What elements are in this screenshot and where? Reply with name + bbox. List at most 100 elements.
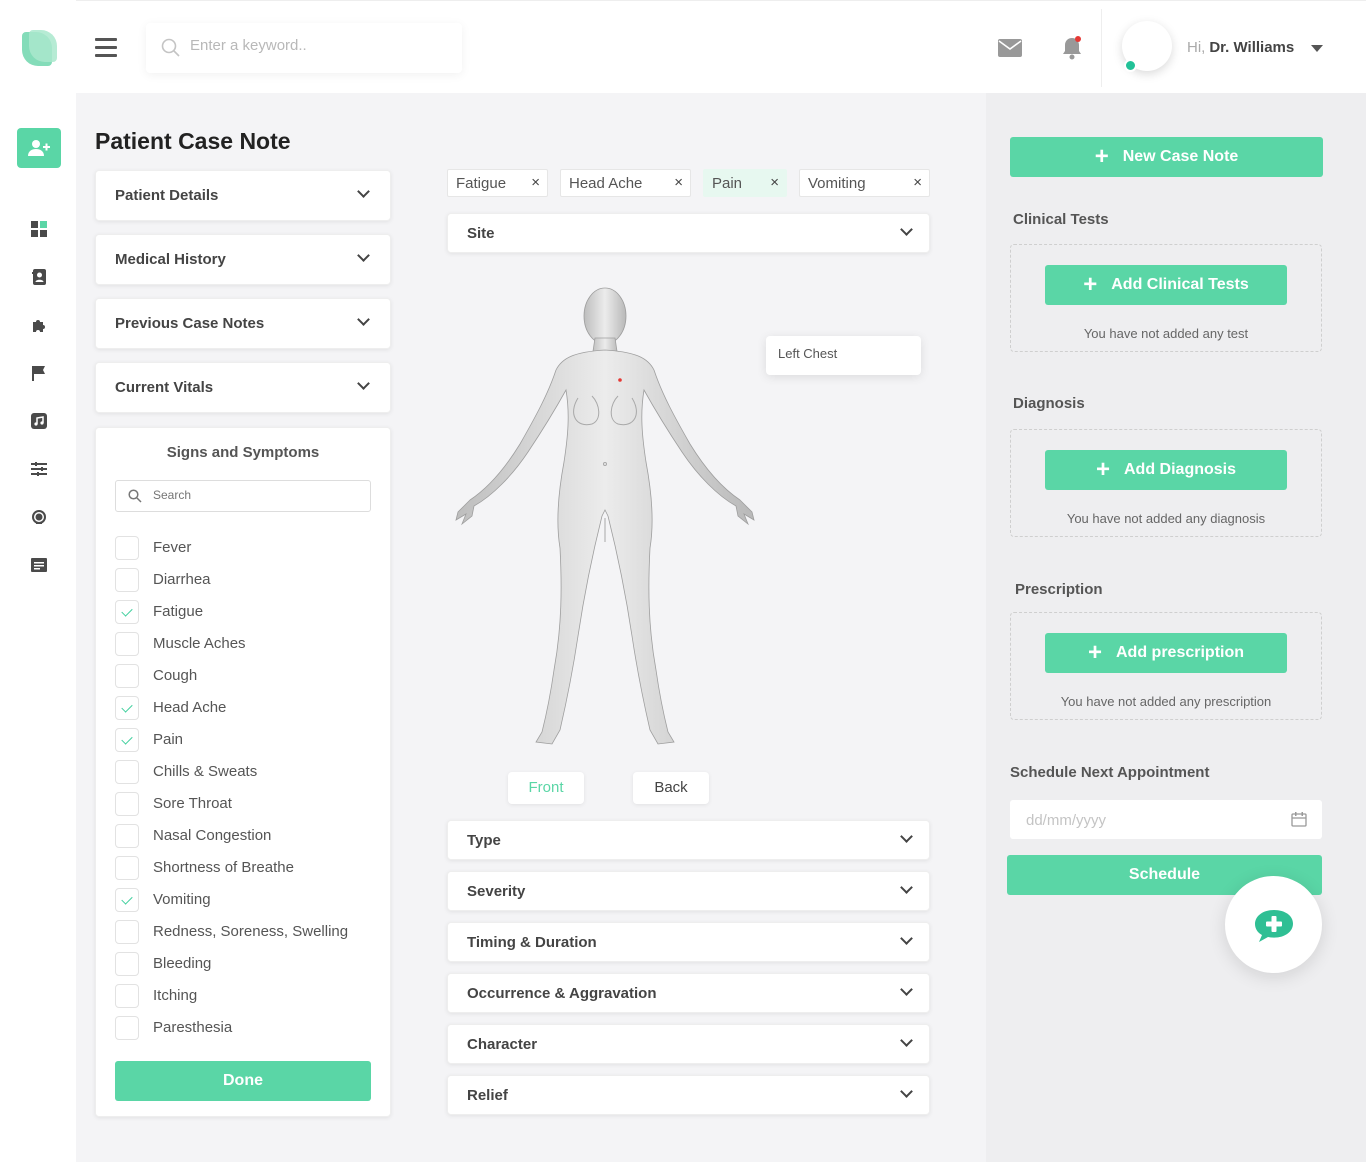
diagnosis-title: Diagnosis [1013,395,1085,412]
add-diagnosis-button[interactable]: + Add Diagnosis [1045,450,1287,490]
contacts-book-icon[interactable] [30,268,48,286]
button-label: Schedule [1128,866,1201,883]
close-icon[interactable]: × [913,174,922,191]
chevron-down-icon[interactable] [1311,45,1323,52]
chevron-down-icon [357,377,370,390]
page-title: Patient Case Note [95,128,291,154]
document-icon[interactable] [30,556,48,574]
chevron-down-icon [900,881,913,894]
checkbox-checked[interactable] [115,888,139,912]
symptom-item[interactable]: Head Ache [115,695,375,721]
button-label: New Case Note [1122,148,1239,165]
flag-icon[interactable] [30,364,48,382]
sliders-icon[interactable] [30,460,48,478]
symptom-tag-active[interactable]: Pain × [703,169,787,197]
checkbox[interactable] [115,824,139,848]
search-input[interactable] [190,37,440,54]
checkbox[interactable] [115,856,139,880]
accordion-current-vitals[interactable]: Current Vitals [95,362,391,413]
menu-icon[interactable] [95,38,117,58]
pain-marker[interactable] [618,378,622,382]
checkbox[interactable] [115,664,139,688]
greeting-hi: Hi, [1187,39,1206,56]
symptom-label: Muscle Aches [153,635,246,652]
add-prescription-button[interactable]: + Add prescription [1045,633,1287,673]
symptom-item[interactable]: Redness, Soreness, Swelling [115,919,375,945]
checkbox[interactable] [115,1016,139,1040]
accordion-previous-case-notes[interactable]: Previous Case Notes [95,298,391,349]
calendar-icon[interactable] [1291,811,1307,827]
user-plus-icon [28,140,50,156]
symptom-item[interactable]: Sore Throat [115,791,375,817]
plus-icon: + [1095,456,1110,483]
chevron-down-icon [900,1034,913,1047]
close-icon[interactable]: × [674,174,683,191]
symptom-item[interactable]: Muscle Aches [115,631,375,657]
app-logo[interactable] [22,30,58,66]
timing-duration-dropdown[interactable]: Timing & Duration [447,922,930,962]
symptom-item[interactable]: Bleeding [115,951,375,977]
checkbox-checked[interactable] [115,696,139,720]
user-greeting[interactable]: Hi, Dr. Williams [1187,39,1294,56]
bell-icon[interactable] [1060,35,1084,66]
checkbox-checked[interactable] [115,728,139,752]
character-dropdown[interactable]: Character [447,1024,930,1064]
symptom-tag[interactable]: Head Ache × [560,169,691,197]
chat-fab[interactable] [1225,876,1322,973]
symptom-search-input[interactable] [153,488,353,502]
symptom-item[interactable]: Paresthesia [115,1015,375,1041]
puzzle-icon[interactable] [30,316,48,334]
chevron-down-icon [900,983,913,996]
plus-icon: + [1087,639,1102,666]
close-icon[interactable]: × [770,174,779,191]
checkbox[interactable] [115,920,139,944]
plus-icon: + [1094,143,1109,170]
symptom-tag[interactable]: Vomiting × [799,169,930,197]
symptom-item[interactable]: Chills & Sweats [115,759,375,785]
checkbox[interactable] [115,536,139,560]
front-view-button[interactable]: Front [508,772,584,804]
symptom-item[interactable]: Nasal Congestion [115,823,375,849]
back-view-button[interactable]: Back [633,772,709,804]
done-button[interactable]: Done [115,1061,371,1101]
add-patient-button[interactable] [17,128,61,168]
symptom-item[interactable]: Fatigue [115,599,375,625]
mail-icon[interactable] [998,39,1022,62]
relief-dropdown[interactable]: Relief [447,1075,930,1115]
dropdown-label: Severity [467,883,526,900]
symptom-item[interactable]: Vomiting [115,887,375,913]
symptom-item[interactable]: Diarrhea [115,567,375,593]
symptom-label: Redness, Soreness, Swelling [153,923,349,940]
symptom-item[interactable]: Cough [115,663,375,689]
headset-icon[interactable] [30,508,48,526]
add-clinical-tests-button[interactable]: + Add Clinical Tests [1045,265,1287,305]
severity-dropdown[interactable]: Severity [447,871,930,911]
checkbox[interactable] [115,952,139,976]
checkbox-checked[interactable] [115,600,139,624]
new-case-note-button[interactable]: + New Case Note [1010,137,1323,177]
symptom-item[interactable]: Fever [115,535,375,561]
button-label: Add prescription [1116,644,1245,661]
occurrence-aggravation-dropdown[interactable]: Occurrence & Aggravation [447,973,930,1013]
dropdown-label: Timing & Duration [467,934,597,951]
schedule-title: Schedule Next Appointment [1010,764,1210,781]
checkbox[interactable] [115,984,139,1008]
checkbox[interactable] [115,568,139,592]
music-note-icon[interactable] [30,412,48,430]
accordion-label: Medical History [115,251,226,268]
type-dropdown[interactable]: Type [447,820,930,860]
accordion-patient-details[interactable]: Patient Details [95,170,391,221]
close-icon[interactable]: × [531,174,540,191]
body-model-front[interactable] [452,286,758,748]
checkbox[interactable] [115,632,139,656]
symptom-item[interactable]: Shortness of Breathe [115,855,375,881]
symptom-item[interactable]: Itching [115,983,375,1009]
dashboard-icon[interactable] [30,220,48,238]
symptom-tag[interactable]: Fatigue × [447,169,548,197]
checkbox[interactable] [115,760,139,784]
site-dropdown[interactable]: Site [447,213,930,253]
accordion-medical-history[interactable]: Medical History [95,234,391,285]
symptom-item[interactable]: Pain [115,727,375,753]
date-input[interactable]: dd/mm/yyyy [1010,800,1322,839]
checkbox[interactable] [115,792,139,816]
